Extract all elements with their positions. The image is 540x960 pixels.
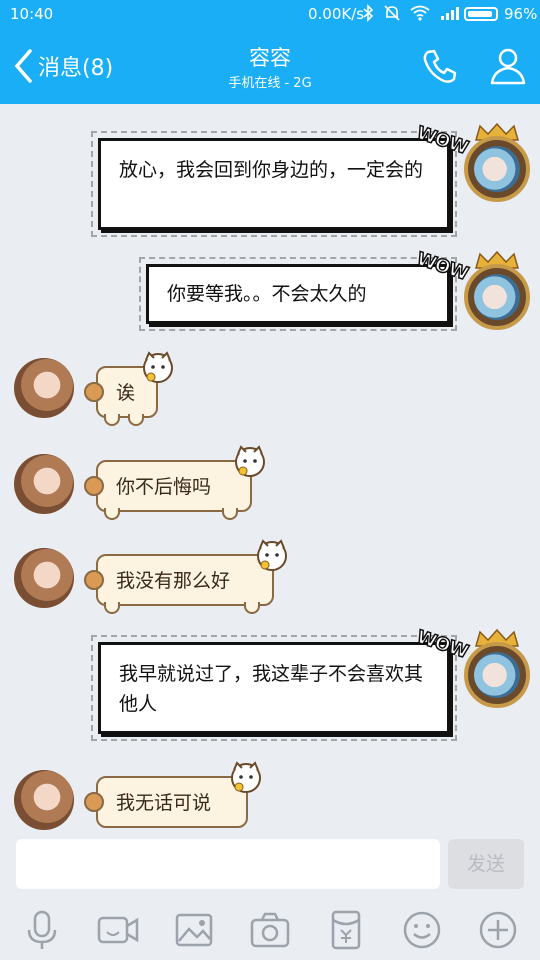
my-avatar[interactable] [460, 250, 534, 334]
lucky-cat-icon [235, 445, 265, 477]
phone-icon[interactable] [420, 46, 460, 86]
message-text: 你不后悔吗 [116, 476, 212, 498]
contact-avatar[interactable] [14, 454, 74, 514]
message-text: 我无话可说 [116, 792, 212, 814]
status-time: 10:40 [10, 5, 54, 23]
message-text: 诶 [116, 382, 136, 404]
emoji-icon[interactable] [400, 908, 444, 952]
lucky-cat-icon [257, 539, 287, 571]
message-text: 你要等我。。不会太久的 [167, 283, 367, 305]
lucky-cat-icon [231, 761, 261, 793]
battery-percent: 96% [504, 5, 538, 23]
profile-icon[interactable] [488, 46, 528, 86]
message-bubble[interactable]: 我没有那么好 [84, 554, 274, 614]
chat-area[interactable]: 放心，我会回到你身边的，一定会的 WOW 你要等我。。不会太久的 WOW 诶 你… [0, 104, 540, 830]
message-bubble[interactable]: 你要等我。。不会太久的 [139, 257, 457, 331]
plus-icon[interactable] [476, 908, 520, 952]
battery-icon [464, 7, 498, 21]
wifi-icon [410, 5, 430, 21]
red-packet-icon[interactable] [324, 908, 368, 952]
message-bubble[interactable]: 放心，我会回到你身边的，一定会的 [91, 131, 457, 237]
my-avatar[interactable] [460, 122, 534, 206]
video-icon[interactable] [96, 908, 140, 952]
chat-header: 消息(8) 容容 手机在线 - 2G [0, 28, 540, 104]
input-toolbar [0, 900, 540, 960]
my-avatar[interactable] [460, 628, 534, 712]
message-bubble[interactable]: 你不后悔吗 [84, 460, 252, 520]
message-bubble[interactable]: 我无话可说 [84, 776, 248, 828]
camera-icon[interactable] [248, 908, 292, 952]
message-text: 我没有那么好 [116, 570, 231, 592]
mute-bell-icon [384, 5, 400, 21]
message-text: 放心，我会回到你身边的，一定会的 [119, 159, 424, 181]
mic-icon[interactable] [20, 908, 64, 952]
message-input[interactable] [16, 839, 440, 889]
message-bubble[interactable]: 我早就说过了，我这辈子不会喜欢其他人 [91, 635, 457, 741]
image-icon[interactable] [172, 908, 216, 952]
message-text: 我早就说过了，我这辈子不会喜欢其他人 [119, 663, 424, 715]
avatar-frame [464, 264, 530, 330]
avatar-frame [464, 136, 530, 202]
lucky-cat-icon [143, 351, 173, 383]
status-bar: 10:40 0.00K/s 96% [0, 0, 540, 28]
send-button[interactable]: 发送 [448, 839, 524, 889]
status-icons [362, 4, 460, 22]
signal-icon [441, 7, 459, 20]
bluetooth-icon [363, 4, 374, 22]
contact-avatar[interactable] [14, 548, 74, 608]
avatar-frame [464, 642, 530, 708]
composer: 发送 [0, 830, 540, 900]
contact-avatar[interactable] [14, 358, 74, 418]
network-speed: 0.00K/s [308, 5, 365, 23]
contact-avatar[interactable] [14, 770, 74, 830]
